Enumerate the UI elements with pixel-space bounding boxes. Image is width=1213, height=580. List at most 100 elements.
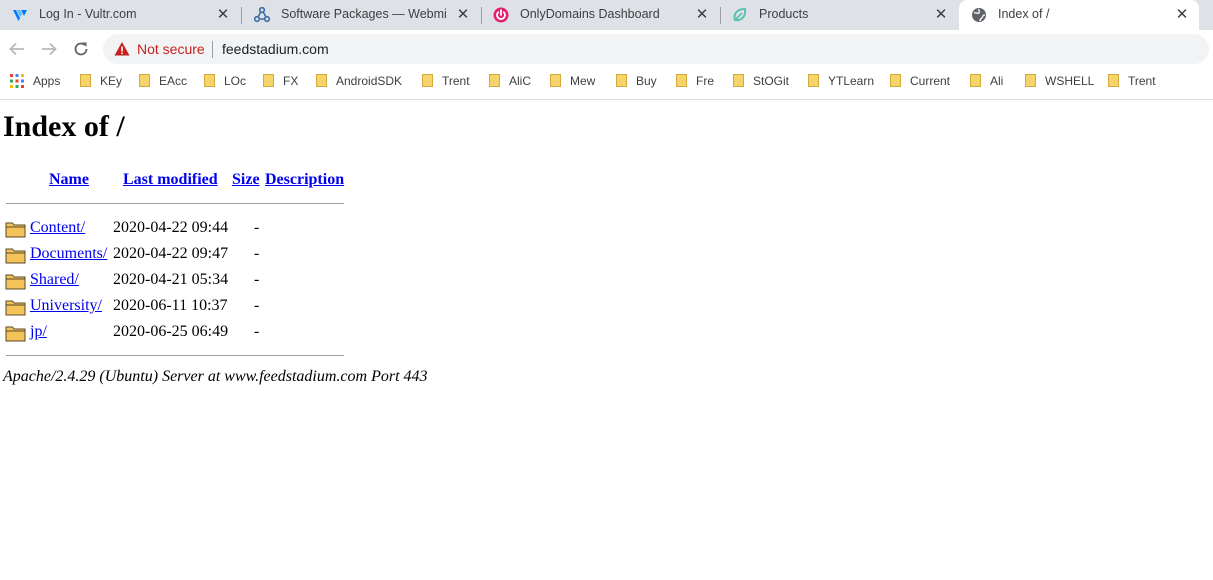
file-link[interactable]: jp/	[30, 323, 47, 341]
bookmark-label: Mew	[570, 74, 596, 88]
vultr-logo-icon	[13, 10, 27, 21]
bookmark-label: Current	[910, 74, 951, 88]
folder-icon	[5, 300, 26, 316]
file-modified: 2020-04-21 05:34	[113, 271, 229, 288]
tab-label: Software Packages — Webmin 1.9	[281, 7, 446, 21]
omnibox-separator	[212, 41, 213, 58]
folder-icon	[550, 74, 561, 87]
warning-icon	[114, 42, 130, 56]
page-content: Index of / Name Last modified Size Descr…	[0, 100, 1213, 580]
back-button[interactable]	[5, 37, 29, 61]
file-size: -	[254, 297, 260, 314]
folder-icon	[890, 74, 901, 87]
page-title: Index of /	[3, 110, 125, 143]
folder-icon	[5, 222, 26, 238]
file-modified: 2020-06-11 10:37	[113, 297, 228, 314]
bookmark-label: StOGit	[753, 74, 790, 88]
folder-icon	[970, 74, 981, 87]
file-link[interactable]: Content/	[30, 219, 85, 237]
not-secure-label[interactable]: Not secure	[137, 41, 205, 57]
tab-label: Log In - Vultr.com	[39, 7, 137, 21]
column-header-description[interactable]: Description	[265, 171, 344, 189]
bookmark-label: Trent	[442, 74, 470, 88]
file-size: -	[254, 271, 260, 288]
bookmark-label: Apps	[33, 74, 61, 88]
bookmark-label: AliC	[509, 74, 532, 88]
leaf-logo-icon	[733, 7, 747, 22]
close-tab-icon[interactable]: ✕	[932, 6, 950, 24]
reload-icon	[74, 42, 88, 56]
folder-icon	[80, 74, 91, 87]
close-tab-icon[interactable]: ✕	[693, 6, 711, 24]
file-link[interactable]: Shared/	[30, 271, 79, 289]
close-tab-icon[interactable]: ✕	[1173, 6, 1191, 24]
address-bar[interactable]: Not secure feedstadium.com	[103, 34, 1209, 64]
file-modified: 2020-04-22 09:44	[113, 219, 229, 236]
column-header-modified[interactable]: Last modified	[123, 171, 218, 189]
bookmark-label: Trent	[1128, 74, 1156, 88]
bookmark-label: EAcc	[159, 74, 188, 88]
file-link[interactable]: Documents/	[30, 245, 107, 263]
file-size: -	[254, 245, 260, 262]
sort-by-name-link[interactable]: Name	[49, 171, 89, 188]
tab-webmin[interactable]: Software Packages — Webmin 1.9 ✕	[242, 0, 480, 30]
divider	[6, 355, 344, 356]
bookmark-label: WSHELL	[1045, 74, 1095, 88]
folder-icon	[733, 74, 744, 87]
bookmark-label: YTLearn	[828, 74, 875, 88]
power-icon	[493, 7, 509, 23]
bookmark-label: Fre	[696, 74, 714, 88]
file-modified: 2020-04-22 09:47	[113, 245, 229, 262]
bookmark-label: FX	[283, 74, 299, 88]
url-text[interactable]: feedstadium.com	[222, 41, 329, 57]
tab-onlydomains[interactable]: OnlyDomains Dashboard ✕	[481, 0, 719, 30]
arrow-left-icon	[9, 42, 24, 56]
bookmark-label: KEy	[100, 74, 123, 88]
tab-label: Index of /	[998, 7, 1050, 21]
folder-icon	[5, 326, 26, 342]
file-size: -	[254, 219, 260, 236]
file-size: -	[254, 323, 260, 340]
folder-icon	[489, 74, 500, 87]
server-signature: Apache/2.4.29 (Ubuntu) Server at www.fee…	[3, 368, 428, 385]
folder-icon	[1025, 74, 1036, 87]
folder-icon	[5, 248, 26, 264]
globe-icon	[972, 8, 986, 22]
forward-button[interactable]	[37, 37, 61, 61]
file-modified: 2020-06-25 06:49	[113, 323, 229, 340]
sort-by-modified-link[interactable]: Last modified	[123, 171, 218, 188]
tab-strip: Log In - Vultr.com ✕ Software Packages —…	[0, 0, 1213, 30]
tab-label: OnlyDomains Dashboard	[520, 7, 660, 21]
folder-icon	[139, 74, 150, 87]
divider	[6, 203, 344, 204]
file-link[interactable]: University/	[30, 297, 102, 315]
folder-icon	[616, 74, 627, 87]
folder-icon	[808, 74, 819, 87]
bookmark-label: AndroidSDK	[336, 74, 403, 88]
webmin-logo-icon	[254, 7, 270, 23]
column-header-name[interactable]: Name	[49, 171, 89, 189]
column-header-size[interactable]: Size	[232, 171, 260, 189]
tab-vultr[interactable]: Log In - Vultr.com ✕	[0, 0, 240, 30]
apps-grid-icon	[10, 74, 24, 88]
bookmark-label: Buy	[636, 74, 657, 88]
sort-by-description-link[interactable]: Description	[265, 171, 344, 188]
folder-icon	[316, 74, 327, 87]
close-tab-icon[interactable]: ✕	[214, 6, 232, 24]
tab-products[interactable]: Products ✕	[720, 0, 958, 30]
browser-toolbar: Not secure feedstadium.com	[0, 30, 1213, 68]
arrow-right-icon	[42, 42, 57, 56]
bookmark-label: LOc	[224, 74, 247, 88]
bookmarks-bar: Apps KEy EAcc LOc FX AndroidSDK Trent Al…	[0, 68, 1213, 100]
folder-icon	[1108, 74, 1119, 87]
reload-button[interactable]	[69, 37, 93, 61]
folder-icon	[422, 74, 433, 87]
bookmark-label: Ali	[990, 74, 1004, 88]
tab-index-of[interactable]: Index of / ✕	[959, 0, 1199, 30]
folder-icon	[204, 74, 215, 87]
tab-label: Products	[759, 7, 809, 21]
folder-icon	[676, 74, 687, 87]
sort-by-size-link[interactable]: Size	[232, 171, 260, 188]
close-tab-icon[interactable]: ✕	[454, 6, 472, 24]
folder-icon	[263, 74, 274, 87]
